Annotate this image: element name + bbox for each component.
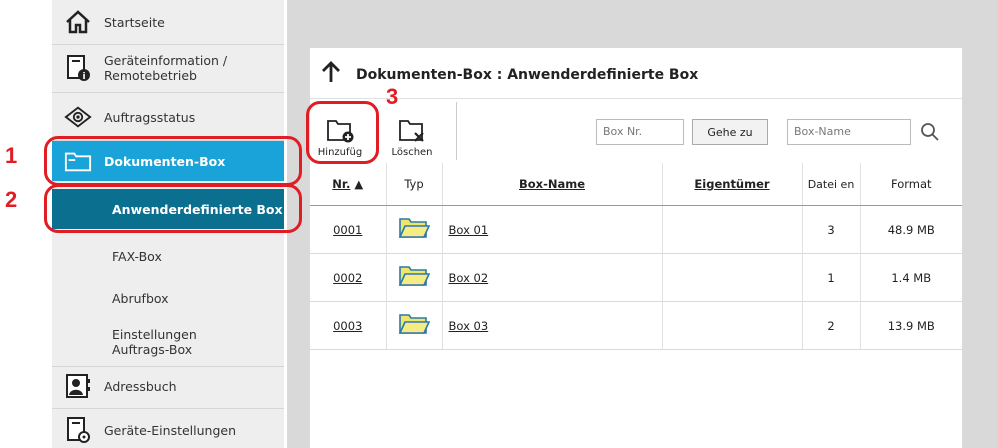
- table-row: 0001 Box 01 3 48.9 MB: [310, 205, 962, 254]
- box-name-link[interactable]: Box 02: [441, 253, 662, 302]
- divider: [310, 98, 962, 99]
- sidebar-item-auftragsstatus[interactable]: Auftragsstatus: [52, 96, 284, 138]
- format-cell: 1.4 MB: [859, 253, 962, 302]
- folder-icon: [385, 253, 442, 302]
- goto-button-label: Gehe zu: [707, 125, 753, 139]
- table-row: 0003 Box 03 2 13.9 MB: [310, 301, 962, 350]
- callout-anwenderdefinierte-box: [44, 184, 302, 233]
- sidebar-item-label: Adressbuch: [104, 378, 177, 394]
- delete-button[interactable]: Löschen: [385, 106, 439, 158]
- sidebar-item-label: Auftragsstatus: [104, 109, 196, 125]
- sidebar-item-label: Geräte-Einstellungen: [104, 422, 237, 438]
- address-book-icon: [64, 372, 92, 400]
- box-table: Nr. ▲ Typ Box-Name Eigentümer Datei en F…: [310, 163, 962, 350]
- format-cell: 13.9 MB: [859, 301, 962, 350]
- box-name-link[interactable]: Box 03: [441, 301, 662, 350]
- format-cell: 48.9 MB: [859, 205, 962, 254]
- column-header-files: Datei en: [801, 163, 860, 206]
- owner-cell: [661, 253, 802, 302]
- page-title-text: Dokumenten-Box : Anwenderdefinierte Box: [356, 67, 699, 83]
- box-name-placeholder: Box-Name: [794, 125, 851, 138]
- device-settings-icon: [64, 416, 92, 444]
- column-header-type: Typ: [385, 163, 442, 206]
- sidebar-item-adressbuch[interactable]: Adressbuch: [52, 368, 284, 404]
- device-info-icon: i: [64, 54, 92, 82]
- column-header-nr[interactable]: Nr. ▲: [310, 163, 386, 206]
- box-name-link[interactable]: Box 01: [441, 205, 662, 254]
- sidebar-item-abrufbox[interactable]: Abrufbox: [52, 278, 284, 318]
- up-arrow-icon[interactable]: [320, 61, 342, 89]
- table-header-row: Nr. ▲ Typ Box-Name Eigentümer Datei en F…: [310, 163, 962, 206]
- column-header-format: Format: [859, 163, 962, 206]
- sidebar-item-fax-box[interactable]: FAX-Box: [52, 236, 284, 276]
- sidebar-item-label: FAX-Box: [112, 248, 162, 264]
- home-icon: [64, 8, 92, 36]
- sidebar-item-label: Geräteinformation / Remotebetrieb: [104, 53, 228, 83]
- column-header-owner[interactable]: Eigentümer: [661, 163, 802, 206]
- box-number-link[interactable]: 0001: [310, 205, 386, 254]
- folder-icon: [385, 205, 442, 254]
- box-number-link[interactable]: 0002: [310, 253, 386, 302]
- delete-folder-icon: [398, 118, 426, 147]
- sidebar-item-geraeteinformation[interactable]: i Geräteinformation / Remotebetrieb: [52, 48, 284, 88]
- sidebar-item-label: Startseite: [104, 14, 165, 30]
- step-number-3: 3: [386, 84, 399, 109]
- sidebar-item-geraete-einstellungen[interactable]: Geräte-Einstellungen: [52, 412, 284, 448]
- column-header-name[interactable]: Box-Name: [441, 163, 662, 206]
- step-number-2: 2: [5, 187, 18, 212]
- box-number-link[interactable]: 0003: [310, 301, 386, 350]
- delete-button-label: Löschen: [391, 147, 433, 158]
- sidebar-item-einstellungen-auftrags-box[interactable]: Einstellungen Auftrags-Box: [52, 320, 284, 364]
- sidebar-item-label: Einstellungen Auftrags-Box: [112, 327, 197, 357]
- box-name-input[interactable]: Box-Name: [787, 119, 911, 145]
- callout-dokumenten-box: [44, 136, 302, 186]
- box-number-placeholder: Box Nr.: [603, 125, 643, 138]
- table-row: 0002 Box 02 1 1.4 MB: [310, 253, 962, 302]
- files-cell: 3: [801, 205, 860, 254]
- folder-icon: [385, 301, 442, 350]
- box-number-input[interactable]: Box Nr.: [596, 119, 684, 145]
- eye-icon: [64, 103, 92, 131]
- callout-add-button: [306, 101, 379, 164]
- sort-ascending-icon: ▲: [354, 177, 364, 191]
- files-cell: 2: [801, 301, 860, 350]
- svg-text:i: i: [82, 72, 85, 82]
- owner-cell: [661, 205, 802, 254]
- toolbar-divider: [456, 102, 457, 160]
- owner-cell: [661, 301, 802, 350]
- search-icon[interactable]: [920, 122, 940, 146]
- step-number-1: 1: [5, 143, 18, 168]
- files-cell: 1: [801, 253, 860, 302]
- goto-button[interactable]: Gehe zu: [692, 119, 768, 145]
- sidebar-item-label: Abrufbox: [112, 290, 169, 306]
- page-title: Dokumenten-Box : Anwenderdefinierte Box: [320, 60, 698, 90]
- sidebar-item-startseite[interactable]: Startseite: [52, 4, 284, 40]
